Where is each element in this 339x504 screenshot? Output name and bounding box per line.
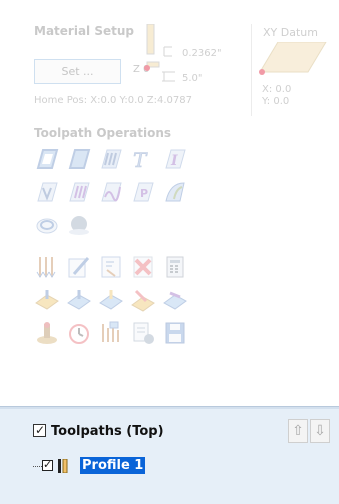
- job-sheet-icon[interactable]: [130, 320, 156, 346]
- toolpath-operations-title: Toolpath Operations: [34, 126, 172, 140]
- checkmark-icon: ✓: [35, 423, 46, 437]
- section-divider: [251, 24, 252, 116]
- pocket-toolpath-icon[interactable]: [66, 146, 92, 172]
- material-setup-title: Material Setup: [34, 24, 134, 38]
- delete-toolpath-icon[interactable]: [130, 254, 156, 280]
- toolpath-sidebar: Material Setup Set ... Z 0 0.2362" 5.0" …: [0, 0, 339, 504]
- svg-text:P: P: [140, 187, 148, 200]
- svg-text:I: I: [170, 153, 178, 169]
- inlay-toolpath-icon[interactable]: I: [162, 146, 188, 172]
- fluting-toolpath-icon[interactable]: [66, 179, 92, 205]
- xy-datum-y: Y: 0.0: [262, 96, 290, 107]
- preview-toolpath-icon[interactable]: [34, 287, 60, 313]
- toolpath-item-label[interactable]: Profile 1: [80, 457, 146, 474]
- xy-datum-x: X: 0.0: [262, 84, 292, 95]
- xy-datum-diagram: [259, 42, 327, 75]
- tool-database-icon[interactable]: [34, 320, 60, 346]
- panel-top-shade: [0, 407, 339, 409]
- merge-toolpaths-icon[interactable]: [34, 254, 60, 280]
- profile-toolpath-item-icon: [58, 459, 68, 473]
- move-toolpath-down-button[interactable]: ⇩: [310, 419, 330, 443]
- v-carve-toolpath-icon[interactable]: [34, 179, 60, 205]
- moulding-toolpath-icon[interactable]: [162, 179, 188, 205]
- xy-datum-title: XY Datum: [263, 26, 318, 39]
- edit-toolpath-icon[interactable]: [66, 254, 92, 280]
- profile-toolpath-icon[interactable]: [34, 146, 60, 172]
- toolpath-summary-icon[interactable]: [162, 254, 188, 280]
- material-texture-icon[interactable]: [162, 287, 188, 313]
- thickness-bottom-value: 5.0": [182, 73, 203, 84]
- preview-selected-icon[interactable]: [66, 287, 92, 313]
- toolpaths-panel-title: Toolpaths (Top): [51, 424, 164, 439]
- preview-all-icon[interactable]: [98, 287, 124, 313]
- time-estimate-icon[interactable]: [66, 320, 92, 346]
- 3d-roughing-icon[interactable]: [34, 212, 60, 238]
- thickness-top-value: 0.2362": [182, 48, 222, 59]
- home-position-text: Home Pos: X:0.0 Y:0.0 Z:4.0787: [34, 95, 193, 106]
- xy-origin-marker-icon: [259, 69, 265, 75]
- material-setup-section: Material Setup Set ... Z 0 0.2362" 5.0" …: [0, 0, 339, 120]
- toolpaths-visibility-checkbox[interactable]: ✓: [33, 423, 46, 437]
- z-zero-marker-icon: [144, 65, 150, 71]
- material-thickness-diagram: 0.2362" 5.0": [144, 24, 222, 84]
- sheet-nest-icon[interactable]: [98, 254, 124, 280]
- tree-connector-line: [33, 466, 42, 467]
- toolpath-templates-icon[interactable]: [98, 320, 124, 346]
- checkmark-icon: ✓: [43, 458, 53, 471]
- drilling-toolpath-icon[interactable]: [98, 146, 124, 172]
- toolpath-item-checkbox[interactable]: ✓: [42, 458, 53, 471]
- move-toolpath-up-button[interactable]: ⇧: [288, 419, 308, 443]
- quick-engrave-icon[interactable]: T: [130, 146, 156, 172]
- texture-toolpath-icon[interactable]: [98, 179, 124, 205]
- save-toolpath-icon[interactable]: [162, 320, 188, 346]
- 3d-finishing-icon[interactable]: [66, 212, 92, 238]
- reset-preview-icon[interactable]: [130, 287, 156, 313]
- material-set-button[interactable]: Set ...: [34, 59, 121, 84]
- prism-carve-icon[interactable]: P: [130, 179, 156, 205]
- svg-text:T: T: [133, 148, 148, 172]
